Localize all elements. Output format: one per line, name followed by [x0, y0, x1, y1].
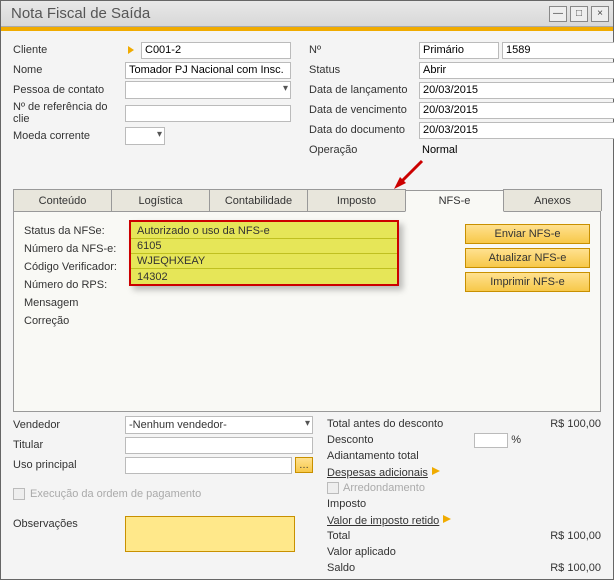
arred-label: Arredondamento — [343, 482, 425, 494]
imprimir-nfse-button[interactable]: Imprimir NFS-e — [465, 272, 590, 292]
nfse-cor-label: Correção — [24, 315, 132, 327]
numero-label: Nº — [309, 44, 419, 56]
total-label: Total — [327, 530, 521, 542]
obs-label: Observações — [13, 516, 125, 552]
adiantamento-label: Adiantamento total — [327, 450, 521, 462]
total-value: R$ 100,00 — [521, 530, 601, 542]
tab-nfse[interactable]: NFS-e — [405, 190, 504, 212]
nfse-status-label: Status da NFSe: — [24, 225, 132, 237]
link-arrow-icon[interactable] — [431, 466, 443, 476]
operacao-label: Operação — [309, 144, 419, 156]
arred-checkbox[interactable] — [327, 482, 339, 494]
vendedor-select[interactable]: -Nenhum vendedor- — [125, 416, 313, 434]
enviar-nfse-button[interactable]: Enviar NFS-e — [465, 224, 590, 244]
link-arrow-icon[interactable] — [125, 43, 139, 57]
nfse-msg-label: Mensagem — [24, 297, 132, 309]
desconto-label: Desconto — [327, 434, 474, 446]
titular-label: Titular — [13, 439, 125, 451]
saldo-value: R$ 100,00 — [521, 562, 601, 574]
status-input[interactable] — [419, 62, 614, 79]
titular-input[interactable] — [125, 437, 313, 454]
nfse-cod-value: WJEQHXEAY — [131, 254, 397, 269]
nfse-status-value: Autorizado o uso da NFS-e — [131, 224, 397, 239]
lancamento-input[interactable] — [419, 82, 614, 99]
exec-checkbox[interactable] — [13, 488, 25, 500]
tab-bar: Conteúdo Logística Contabilidade Imposto… — [13, 189, 601, 212]
numero-input[interactable] — [502, 42, 614, 59]
numero-tipo-input[interactable] — [419, 42, 499, 59]
nome-label: Nome — [13, 64, 125, 76]
exec-label: Execução da ordem de pagamento — [30, 488, 201, 500]
link-arrow-icon[interactable] — [442, 514, 454, 524]
saldo-label: Saldo — [327, 562, 521, 574]
vencimento-label: Data de vencimento — [309, 104, 419, 116]
nfse-cod-label: Código Verificador: — [24, 261, 132, 273]
operacao-value — [419, 142, 614, 159]
nfse-rps-label: Número do RPS: — [24, 279, 132, 291]
uso-label: Uso principal — [13, 459, 125, 471]
nfse-numero-value: 6105 — [131, 239, 397, 254]
imposto-label: Imposto — [327, 498, 521, 510]
minimize-button[interactable]: — — [549, 6, 567, 22]
tab-panel-nfse: Status da NFSe: Número da NFS-e: Código … — [13, 212, 601, 412]
tab-contabilidade[interactable]: Contabilidade — [209, 189, 308, 211]
tab-anexos[interactable]: Anexos — [503, 189, 602, 211]
nfse-rps-value: 14302 — [131, 269, 397, 284]
window-title: Nota Fiscal de Saída — [11, 5, 549, 22]
cliente-input[interactable] — [141, 42, 291, 59]
nfse-numero-label: Número da NFS-e: — [24, 243, 132, 255]
total-antes-value: R$ 100,00 — [521, 418, 601, 430]
moeda-label: Moeda corrente — [13, 130, 125, 142]
uso-browse-button[interactable]: … — [295, 457, 313, 473]
maximize-button[interactable]: □ — [570, 6, 588, 22]
total-antes-label: Total antes do desconto — [327, 418, 521, 430]
documento-input[interactable] — [419, 122, 614, 139]
moeda-select[interactable] — [125, 127, 165, 145]
ref-input[interactable] — [125, 105, 291, 122]
retido-label: Valor de imposto retido — [327, 514, 521, 527]
despesas-label: Despesas adicionais — [327, 466, 521, 479]
status-label: Status — [309, 64, 419, 76]
cliente-label: Cliente — [13, 44, 125, 56]
uso-input[interactable] — [125, 457, 292, 474]
tab-logistica[interactable]: Logística — [111, 189, 210, 211]
tab-conteudo[interactable]: Conteúdo — [13, 189, 112, 211]
desconto-pct-input[interactable] — [474, 433, 508, 448]
nfse-highlight-box: Autorizado o uso da NFS-e 6105 WJEQHXEAY… — [129, 220, 399, 286]
ref-label: Nº de referência do clie — [13, 101, 125, 125]
close-button[interactable]: × — [591, 6, 609, 22]
documento-label: Data do documento — [309, 124, 419, 136]
lancamento-label: Data de lançamento — [309, 84, 419, 96]
aplicado-label: Valor aplicado — [327, 546, 521, 558]
vendedor-label: Vendedor — [13, 419, 125, 431]
pct-symbol: % — [511, 434, 521, 446]
obs-textarea[interactable] — [125, 516, 295, 552]
pessoa-select[interactable] — [125, 81, 291, 99]
nome-input[interactable] — [125, 62, 291, 79]
vencimento-input[interactable] — [419, 102, 614, 119]
atualizar-nfse-button[interactable]: Atualizar NFS-e — [465, 248, 590, 268]
pessoa-label: Pessoa de contato — [13, 84, 125, 96]
